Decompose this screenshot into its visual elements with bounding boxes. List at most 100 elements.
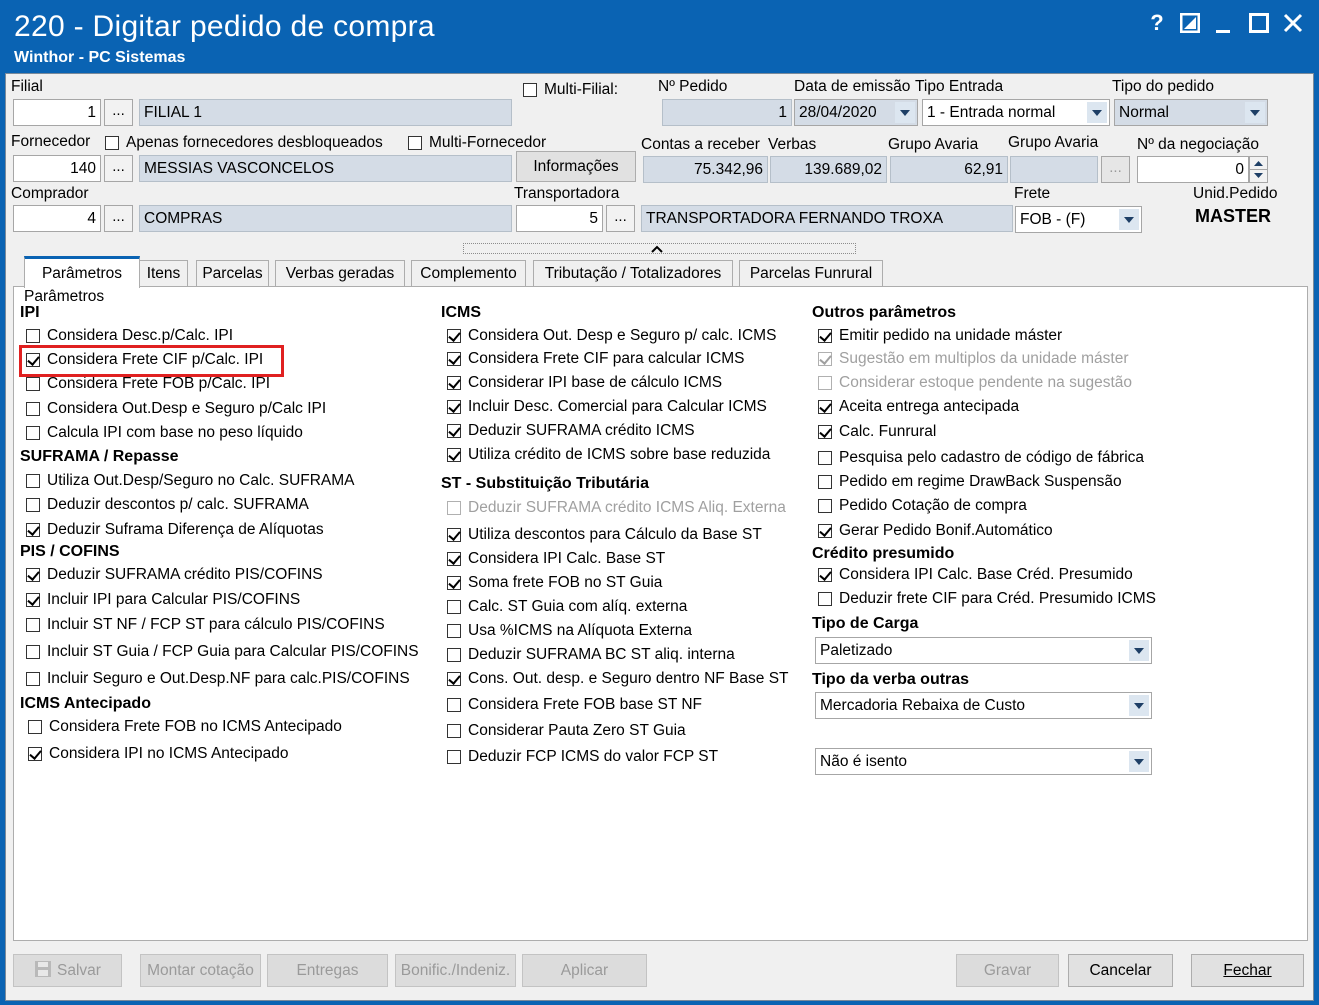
checkbox-empty-icon[interactable]: [26, 672, 40, 686]
checkbox-empty-icon[interactable]: [447, 624, 461, 638]
checkbox-considera-out-desp-e-seguro-p-calc-icms[interactable]: Considera Out. Desp e Seguro p/ calc. IC…: [447, 325, 776, 347]
checkbox-box[interactable]: [523, 83, 537, 97]
tipo-entrada-select[interactable]: 1 - Entrada normal: [922, 99, 1110, 126]
checkbox-pesquisa-pelo-cadastro-de-codigo-de-fabrica[interactable]: Pesquisa pelo cadastro de código de fábr…: [818, 447, 1144, 469]
bonific-button[interactable]: Bonific./Indeniz.: [395, 954, 516, 987]
comprador-search-button[interactable]: ...: [104, 205, 133, 232]
checkbox-empty-icon[interactable]: [26, 329, 40, 343]
checkbox-considera-frete-cif-para-calcular-icms[interactable]: Considera Frete CIF para calcular ICMS: [447, 348, 745, 370]
checkbox-checked-icon[interactable]: [447, 424, 461, 438]
checkbox-empty-icon[interactable]: [26, 402, 40, 416]
checkbox-calc-st-guia-com-aliq-externa[interactable]: Calc. ST Guia com alíq. externa: [447, 596, 687, 618]
checkbox-box[interactable]: [408, 136, 422, 150]
checkbox-calcula-ipi-com-base-no-peso-liquido[interactable]: Calcula IPI com base no peso líquido: [26, 422, 303, 444]
checkbox-deduzir-suframa-bc-st-aliq-interna[interactable]: Deduzir SUFRAMA BC ST aliq. interna: [447, 644, 735, 666]
help-icon[interactable]: ?: [1142, 8, 1172, 38]
checkbox-checked-icon[interactable]: [26, 568, 40, 582]
tipo-pedido-select[interactable]: Normal: [1114, 99, 1268, 126]
checkbox-incluir-desc-comercial-para-calcular-icms[interactable]: Incluir Desc. Comercial para Calcular IC…: [447, 396, 767, 418]
checkbox-usa-icms-na-aliquota-externa[interactable]: Usa %ICMS na Alíquota Externa: [447, 620, 692, 642]
checkbox-utiliza-descontos-para-calculo-da-base-st[interactable]: Utiliza descontos para Cálculo da Base S…: [447, 524, 762, 546]
close-icon[interactable]: [1278, 8, 1308, 38]
checkbox-gerar-pedido-bonif-automatico[interactable]: Gerar Pedido Bonif.Automático: [818, 520, 1053, 542]
tab-tributacao[interactable]: Tributação / Totalizadores: [533, 260, 733, 287]
checkbox-checked-icon[interactable]: [447, 672, 461, 686]
checkbox-checked-icon[interactable]: [818, 425, 832, 439]
data-emissao-picker[interactable]: 28/04/2020: [794, 99, 918, 126]
checkbox-utiliza-credito-de-icms-sobre-base-reduzida[interactable]: Utiliza crédito de ICMS sobre base reduz…: [447, 444, 770, 466]
checkbox-checked-icon[interactable]: [447, 376, 461, 390]
restore-icon[interactable]: [1175, 8, 1205, 38]
checkbox-considera-ipi-calc-base-cred-presumido[interactable]: Considera IPI Calc. Base Créd. Presumido: [818, 564, 1133, 586]
chevron-down-icon[interactable]: [1087, 102, 1107, 123]
checkbox-deduzir-frete-cif-para-cred-presumido-icms[interactable]: Deduzir frete CIF para Créd. Presumido I…: [818, 588, 1156, 610]
checkbox-empty-icon[interactable]: [447, 750, 461, 764]
checkbox-pedido-cotacao-de-compra[interactable]: Pedido Cotação de compra: [818, 495, 1027, 517]
checkbox-soma-frete-fob-no-st-guia[interactable]: Soma frete FOB no ST Guia: [447, 572, 662, 594]
checkbox-emitir-pedido-na-unidade-master[interactable]: Emitir pedido na unidade máster: [818, 325, 1062, 347]
checkbox-calc-funrural[interactable]: Calc. Funrural: [818, 421, 936, 443]
checkbox-aceita-entrega-antecipada[interactable]: Aceita entrega antecipada: [818, 396, 1019, 418]
salvar-button[interactable]: Salvar: [13, 954, 122, 987]
cancelar-button[interactable]: Cancelar: [1068, 954, 1173, 987]
checkbox-empty-icon[interactable]: [26, 426, 40, 440]
checkbox-deduzir-fcp-icms-do-valor-fcp-st[interactable]: Deduzir FCP ICMS do valor FCP ST: [447, 746, 718, 768]
checkbox-incluir-st-guia-fcp-guia-para-calcular-pis-cofins[interactable]: Incluir ST Guia / FCP Guia para Calcular…: [26, 641, 419, 663]
informacoes-button[interactable]: Informações: [516, 151, 636, 182]
checkbox-utiliza-out-desp-seguro-no-calc-suframa[interactable]: Utiliza Out.Desp/Seguro no Calc. SUFRAMA: [26, 470, 355, 492]
checkbox-checked-icon[interactable]: [447, 352, 461, 366]
minimize-icon[interactable]: [1208, 8, 1238, 38]
checkbox-considera-ipi-calc-base-st[interactable]: Considera IPI Calc. Base ST: [447, 548, 665, 570]
checkbox-considera-frete-fob-base-st-nf[interactable]: Considera Frete FOB base ST NF: [447, 694, 702, 716]
checkbox-considera-ipi-no-icms-antecipado[interactable]: Considera IPI no ICMS Antecipado: [28, 743, 289, 765]
checkbox-checked-icon[interactable]: [447, 448, 461, 462]
fornecedor-code-input[interactable]: 140: [13, 155, 101, 182]
isencao-select[interactable]: Não é isento: [815, 748, 1152, 775]
transportadora-search-button[interactable]: ...: [606, 205, 635, 232]
multi-filial-checkbox[interactable]: Multi-Filial:: [523, 79, 618, 101]
checkbox-empty-icon[interactable]: [26, 474, 40, 488]
tipo-carga-select[interactable]: Paletizado: [815, 637, 1152, 664]
checkbox-considerar-ipi-base-de-calculo-icms[interactable]: Considerar IPI base de cálculo ICMS: [447, 372, 722, 394]
filial-code-input[interactable]: 1: [13, 99, 101, 126]
tab-itens[interactable]: Itens: [139, 260, 188, 287]
aplicar-button[interactable]: Aplicar: [522, 954, 647, 987]
checkbox-empty-icon[interactable]: [818, 475, 832, 489]
checkbox-deduzir-suframa-credito-icms[interactable]: Deduzir SUFRAMA crédito ICMS: [447, 420, 695, 442]
checkbox-checked-icon[interactable]: [447, 552, 461, 566]
tab-parcelas-funrural[interactable]: Parcelas Funrural: [739, 260, 883, 287]
panel-splitter[interactable]: [463, 243, 856, 254]
checkbox-considera-desc-p-calc-ipi[interactable]: Considera Desc.p/Calc. IPI: [26, 325, 233, 347]
checkbox-empty-icon[interactable]: [447, 600, 461, 614]
grupo-avaria-search-button[interactable]: ...: [1101, 156, 1130, 183]
checkbox-checked-icon[interactable]: [818, 524, 832, 538]
chevron-down-icon[interactable]: [1129, 751, 1149, 772]
checkbox-empty-icon[interactable]: [818, 592, 832, 606]
checkbox-empty-icon[interactable]: [818, 451, 832, 465]
checkbox-checked-icon[interactable]: [447, 576, 461, 590]
checkbox-empty-icon[interactable]: [818, 499, 832, 513]
checkbox-considera-out-desp-e-seguro-p-calc-ipi[interactable]: Considera Out.Desp e Seguro p/Calc IPI: [26, 398, 326, 420]
checkbox-deduzir-suframa-credito-pis-cofins[interactable]: Deduzir SUFRAMA crédito PIS/COFINS: [26, 564, 323, 586]
checkbox-checked-icon[interactable]: [28, 747, 42, 761]
negociacao-input[interactable]: 0: [1137, 156, 1249, 183]
tab-parcelas[interactable]: Parcelas: [196, 260, 269, 287]
chevron-down-icon[interactable]: [895, 102, 915, 123]
fornecedor-search-button[interactable]: ...: [104, 155, 133, 182]
fechar-button[interactable]: Fechar: [1191, 954, 1304, 987]
checkbox-checked-icon[interactable]: [818, 329, 832, 343]
montar-cotacao-button[interactable]: Montar cotação: [140, 954, 261, 987]
negociacao-spinner[interactable]: [1249, 156, 1268, 183]
checkbox-checked-icon[interactable]: [447, 528, 461, 542]
entregas-button[interactable]: Entregas: [267, 954, 388, 987]
checkbox-deduzir-descontos-p-calc-suframa[interactable]: Deduzir descontos p/ calc. SUFRAMA: [26, 494, 309, 516]
chevron-down-icon[interactable]: [1119, 209, 1139, 230]
checkbox-box[interactable]: [105, 136, 119, 150]
checkbox-checked-icon[interactable]: [26, 523, 40, 537]
checkbox-incluir-st-nf-fcp-st-para-calculo-pis-cofins[interactable]: Incluir ST NF / FCP ST para cálculo PIS/…: [26, 614, 385, 636]
frete-select[interactable]: FOB - (F): [1015, 206, 1142, 233]
checkbox-considera-frete-fob-no-icms-antecipado[interactable]: Considera Frete FOB no ICMS Antecipado: [28, 716, 342, 738]
tipo-verba-select[interactable]: Mercadoria Rebaixa de Custo: [815, 692, 1152, 719]
maximize-icon[interactable]: [1244, 8, 1274, 38]
checkbox-empty-icon[interactable]: [447, 648, 461, 662]
